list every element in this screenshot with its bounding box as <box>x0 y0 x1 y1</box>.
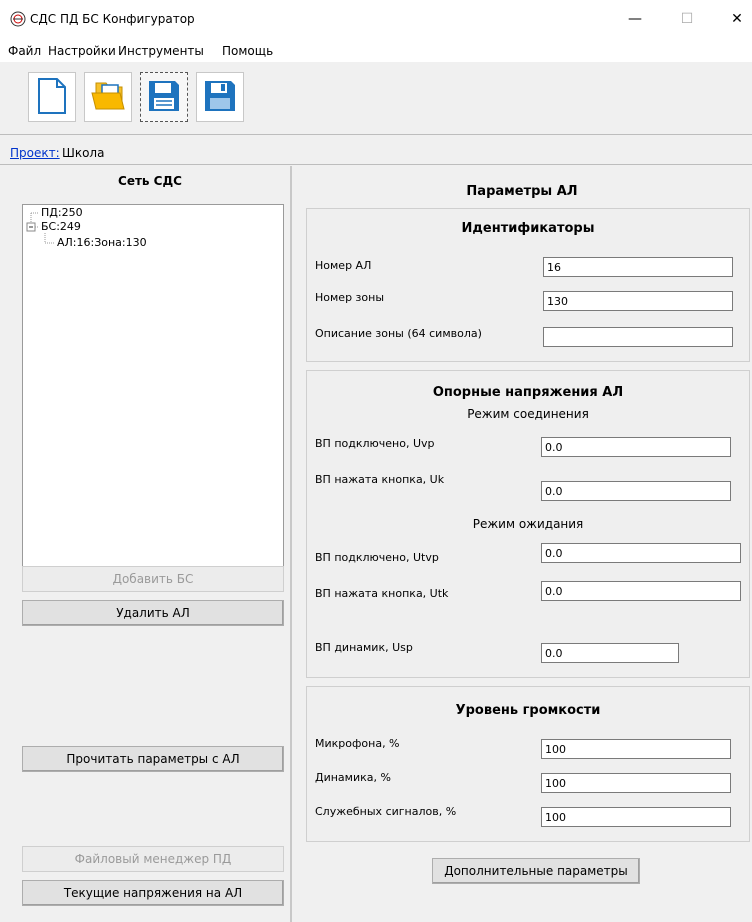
params-title: Параметры АЛ <box>466 184 578 199</box>
service-volume-label: Служебных сигналов, % <box>315 805 457 818</box>
open-folder-icon <box>90 79 126 116</box>
app-icon <box>10 11 26 27</box>
standby-mode-label: Режим ожидания <box>472 517 584 531</box>
menu-tools[interactable]: Инструменты <box>118 44 204 58</box>
uk-field[interactable]: 0.0 <box>541 481 731 501</box>
read-params-button[interactable]: Прочитать параметры с АЛ <box>22 746 284 772</box>
al-params-panel: Параметры АЛ Идентификаторы Номер АЛ 16 … <box>292 166 752 922</box>
tree-title: Сеть СДС <box>118 174 182 188</box>
zone-desc-label: Описание зоны (64 символа) <box>315 327 482 340</box>
toolbar-divider <box>0 134 752 135</box>
menu-bar: Файл Настройки Инструменты Помощь <box>0 40 752 62</box>
mic-volume-label: Микрофона, % <box>315 737 400 750</box>
save-as-icon <box>203 79 237 116</box>
new-file-icon <box>37 77 67 118</box>
project-link[interactable]: Проект: <box>10 146 60 160</box>
save-as-button[interactable] <box>196 72 244 122</box>
project-divider <box>0 164 752 165</box>
voltages-title: Опорные напряжения АЛ <box>432 385 624 400</box>
window-title: СДС ПД БС Конфигуратор <box>30 12 195 26</box>
al-number-field[interactable]: 16 <box>543 257 733 277</box>
save-icon <box>147 79 181 116</box>
network-tree[interactable]: ПД:250 БС:249 АЛ:16:Зона:130 <box>22 204 284 590</box>
mic-volume-field[interactable]: 100 <box>541 739 731 759</box>
title-bar: СДС ПД БС Конфигуратор — ☐ ✕ <box>0 0 752 40</box>
extra-params-button[interactable]: Дополнительные параметры <box>432 858 640 884</box>
zone-number-field[interactable]: 130 <box>543 291 733 311</box>
identifiers-title: Идентификаторы <box>461 221 595 236</box>
zone-desc-field[interactable] <box>543 327 733 347</box>
project-name: Школа <box>62 146 105 160</box>
delete-al-button[interactable]: Удалить АЛ <box>22 600 284 626</box>
menu-help[interactable]: Помощь <box>222 44 273 58</box>
speaker-volume-field[interactable]: 100 <box>541 773 731 793</box>
usp-label: ВП динамик, Usp <box>315 641 413 654</box>
utk-field[interactable]: 0.0 <box>541 581 741 601</box>
al-number-label: Номер АЛ <box>315 259 372 272</box>
speaker-volume-label: Динамика, % <box>315 771 391 784</box>
file-manager-button[interactable]: Файловый менеджер ПД <box>22 846 284 872</box>
uvp-label: ВП подключено, Uvp <box>315 437 435 450</box>
menu-settings[interactable]: Настройки <box>48 44 116 58</box>
toolbar <box>0 62 752 134</box>
volume-title: Уровень громкости <box>455 703 601 718</box>
new-button[interactable] <box>28 72 76 122</box>
connection-mode-label: Режим соединения <box>467 407 589 421</box>
utk-label: ВП нажата кнопка, Utk <box>315 587 449 600</box>
voltages-group: Опорные напряжения АЛ Режим соединения В… <box>306 370 750 678</box>
current-voltages-button[interactable]: Текущие напряжения на АЛ <box>22 880 284 906</box>
tree-node-bs[interactable]: БС:249 <box>41 220 81 233</box>
uvp-field[interactable]: 0.0 <box>541 437 731 457</box>
close-button[interactable]: ✕ <box>722 8 752 30</box>
tree-node-al[interactable]: АЛ:16:Зона:130 <box>57 236 147 249</box>
menu-file[interactable]: Файл <box>8 44 41 58</box>
network-panel: Сеть СДС ПД:250 БС:249 АЛ:16:Зона:130 До… <box>10 168 290 922</box>
utvp-field[interactable]: 0.0 <box>541 543 741 563</box>
minimize-button[interactable]: — <box>620 8 650 30</box>
zone-number-label: Номер зоны <box>315 291 385 304</box>
tree-node-pd[interactable]: ПД:250 <box>41 206 83 219</box>
save-button[interactable] <box>140 72 188 122</box>
open-button[interactable] <box>84 72 132 122</box>
volume-group: Уровень громкости Микрофона, % 100 Динам… <box>306 686 750 842</box>
maximize-button[interactable]: ☐ <box>672 8 702 30</box>
identifiers-group: Идентификаторы Номер АЛ 16 Номер зоны 13… <box>306 208 750 362</box>
usp-field[interactable]: 0.0 <box>541 643 679 663</box>
service-volume-field[interactable]: 100 <box>541 807 731 827</box>
add-bs-button[interactable]: Добавить БС <box>22 566 284 592</box>
utvp-label: ВП подключено, Utvp <box>315 551 439 564</box>
uk-label: ВП нажата кнопка, Uk <box>315 473 445 486</box>
